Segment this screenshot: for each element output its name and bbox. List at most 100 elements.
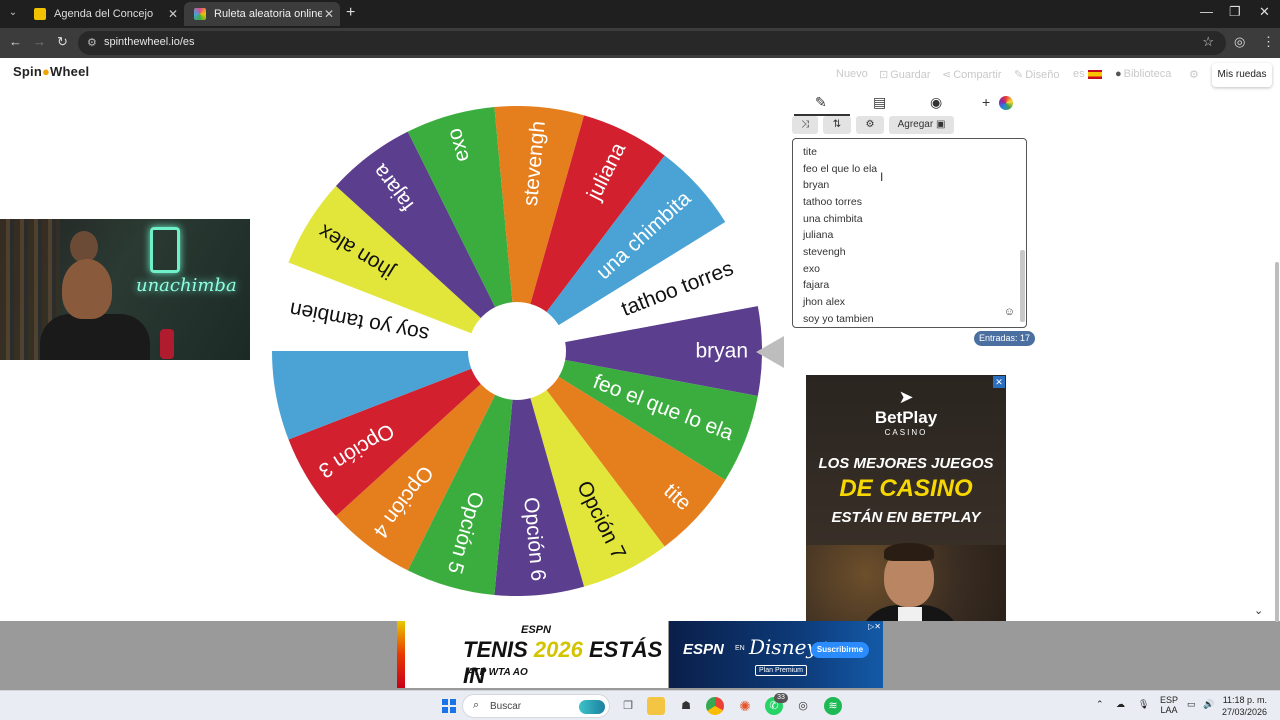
profile-icon[interactable]: ◎	[1234, 34, 1245, 50]
results-clipboard-icon[interactable]: ▤	[873, 94, 886, 111]
sunburst-app-icon[interactable]: ✺	[736, 697, 754, 715]
edit-pencil-icon[interactable]: ✎	[815, 94, 827, 111]
network-icon[interactable]: ▭	[1187, 699, 1196, 710]
advanced-settings-button[interactable]: ⚙	[856, 116, 884, 134]
espn-logo-text: ESPN	[521, 624, 551, 636]
sort-button[interactable]: ⇅	[823, 116, 851, 134]
taskbar-clock[interactable]: 11:18 p. m. 27/03/2026	[1222, 694, 1267, 718]
nav-compartir-label: Compartir	[953, 69, 1002, 81]
entry-line: fajara	[803, 279, 830, 291]
add-image-button[interactable]: Agregar ▣	[889, 116, 954, 134]
search-icon: ⌕	[473, 699, 480, 711]
entry-line: stevengh	[803, 246, 846, 258]
cloud-icon[interactable]: ☁	[1116, 699, 1125, 710]
tab-agenda[interactable]: Agenda del Concejo ✕	[24, 2, 184, 26]
tab-ruleta[interactable]: Ruleta aleatoria online – ruleta ✕	[184, 2, 340, 26]
back-arrow-icon[interactable]: ←	[9, 34, 22, 49]
text-cursor-icon: I	[880, 170, 884, 184]
person-body	[40, 314, 150, 360]
restore-icon[interactable]: ❐	[1229, 4, 1241, 20]
page-scrollbar[interactable]	[1275, 262, 1279, 622]
neon-sign-text: unachimba	[136, 275, 237, 296]
spotify-icon[interactable]: ≋	[824, 697, 842, 715]
page-content: Spin●Wheel Nuevo ⊡ Guardar ⋖ Compartir ✎ Di…	[0, 58, 1280, 690]
browser-toolbar: ← → ↻ ⚙ spinthewheel.io/es ☆ ◎ ⋮	[0, 28, 1280, 58]
ad-headline-1: LOS MEJORES JUEGOS	[818, 455, 994, 472]
mis-ruedas-button[interactable]: Mis ruedas	[1212, 63, 1272, 87]
address-bar[interactable]: ⚙ spinthewheel.io/es ☆	[78, 31, 1226, 55]
chrome-icon[interactable]	[706, 697, 724, 715]
entries-count-badge: Entradas: 17	[974, 331, 1036, 346]
tab-title: Ruleta aleatoria online – ruleta	[214, 8, 322, 20]
nav-nuevo-label: Nuevo	[836, 68, 868, 80]
espn-tennis-ad[interactable]: ESPN TENIS 2026 ESTÁS IN ATP WTA AO	[397, 621, 668, 688]
whatsapp-badge: 33	[774, 693, 788, 703]
reload-icon[interactable]: ↻	[57, 34, 68, 50]
neon-sign-icon	[150, 227, 180, 273]
subscribe-button[interactable]: Suscribirme	[811, 642, 869, 658]
bookmark-star-icon[interactable]: ☆	[1202, 34, 1214, 50]
entry-line: una chimbita	[803, 213, 863, 225]
nav-nuevo[interactable]: Nuevo	[836, 68, 868, 80]
close-tab-icon[interactable]: ✕	[168, 2, 178, 26]
hide-eye-icon[interactable]: ◉	[930, 94, 942, 111]
ad-headline-2: DE CASINO	[839, 475, 973, 502]
site-logo[interactable]: Spin●Wheel	[13, 64, 89, 79]
nav-guardar[interactable]: ⊡ Guardar	[879, 68, 931, 81]
logo-text-spin: Spin	[13, 64, 42, 79]
nav-diseno[interactable]: ✎ Diseño	[1014, 68, 1059, 81]
clock-time: 11:18 p. m.	[1222, 695, 1268, 705]
language-indicator[interactable]: ESP LAA	[1160, 695, 1178, 715]
taskbar-search[interactable]: ⌕ Buscar	[462, 694, 610, 718]
wheel-pointer	[756, 336, 784, 368]
minimize-icon[interactable]: —	[1200, 4, 1213, 19]
save-icon: ⊡	[879, 69, 889, 81]
ad-close-icon[interactable]: ✕	[993, 376, 1005, 388]
close-tab-icon[interactable]: ✕	[324, 2, 334, 26]
volume-icon[interactable]: 🔊	[1203, 699, 1214, 710]
entry-line: tathoo torres	[803, 196, 862, 208]
webcam-overlay: unachimba	[0, 219, 250, 360]
ad-info-icon[interactable]: ▷✕	[868, 622, 881, 631]
tenis-word: TENIS	[463, 637, 528, 662]
wheel-segment-label: bryan	[695, 340, 748, 363]
settings-gear-icon[interactable]: ⚙	[1189, 68, 1199, 81]
tab-title: Agenda del Concejo	[54, 8, 154, 20]
espn-disney-ad[interactable]: ESPN EN Disney+ Plan Premium Suscribirme…	[669, 621, 883, 688]
task-view-icon[interactable]: ❐	[619, 697, 637, 715]
wheel-center-hub[interactable]	[468, 302, 566, 400]
alien-app-icon[interactable]: ☗	[677, 697, 695, 715]
forward-arrow-icon[interactable]: →	[33, 34, 46, 49]
color-wheel-icon[interactable]	[999, 96, 1013, 110]
emoji-icon[interactable]: ☺	[1004, 306, 1015, 318]
chevron-down-icon[interactable]: ⌄	[1254, 604, 1263, 617]
betplay-brand: BetPlay	[874, 408, 938, 427]
espn-logo-text: ESPN	[683, 641, 724, 658]
windows-start-icon[interactable]	[440, 697, 458, 715]
spin-wheel[interactable]: bryanfeo el que lo elatiteOpción 7Opción…	[272, 106, 762, 596]
browser-menu-icon[interactable]: ⋮	[1262, 34, 1275, 50]
en-text: EN	[735, 645, 745, 652]
tab-search-chevron-icon[interactable]: ⌄	[5, 5, 21, 21]
close-window-icon[interactable]: ✕	[1259, 4, 1270, 20]
obs-icon[interactable]: ◎	[794, 697, 812, 715]
betplay-logo: ➤ BetPlay CASINO	[806, 387, 1006, 437]
windows-taskbar: ⌕ Buscar ❐ ☗ ✺ ✆ 33 ◎ ≋ ⌃ ☁ 🎙 ESP LAA ▭ 🔊…	[0, 690, 1280, 720]
tray-chevron-up-icon[interactable]: ⌃	[1096, 699, 1104, 710]
shuffle-button[interactable]: ⤨	[792, 116, 818, 134]
nav-compartir[interactable]: ⋖ Compartir	[942, 68, 1002, 81]
site-info-icon[interactable]: ⚙	[87, 36, 97, 49]
nav-biblioteca[interactable]: ● Biblioteca	[1115, 68, 1171, 80]
tenis-year: 2026	[533, 637, 583, 662]
textarea-scrollbar[interactable]	[1020, 250, 1025, 322]
microphone-icon[interactable]: 🎙	[1138, 699, 1149, 710]
person-face	[62, 259, 112, 319]
nav-language[interactable]: es	[1073, 68, 1102, 80]
new-tab-plus-icon[interactable]: +	[346, 4, 355, 22]
file-explorer-icon[interactable]	[647, 697, 665, 715]
nav-guardar-label: Guardar	[890, 69, 931, 81]
entry-line: feo el que lo ela	[803, 163, 878, 175]
entries-textarea[interactable]: tite feo el que lo ela bryan tathoo torr…	[792, 138, 1027, 328]
entry-line: soy yo tambien	[803, 313, 874, 325]
add-wheel-plus-icon[interactable]: +	[982, 94, 990, 110]
